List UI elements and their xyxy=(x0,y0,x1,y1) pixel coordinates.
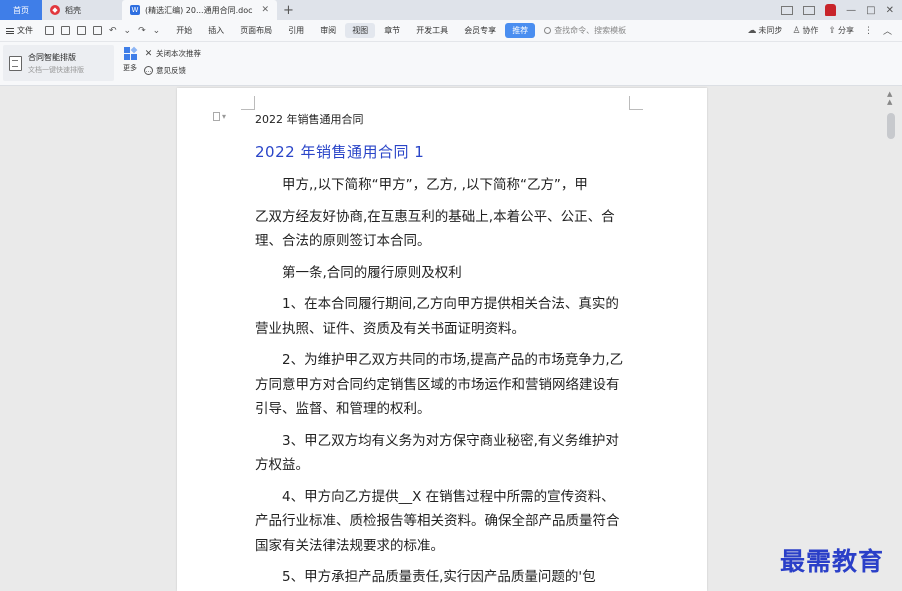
window-controls: — □ ✕ xyxy=(781,4,902,16)
sync-button[interactable]: ☁ 未同步 xyxy=(747,25,782,36)
navigation-icon[interactable]: ▾ xyxy=(213,112,226,121)
export-icon[interactable] xyxy=(61,26,70,35)
document-icon xyxy=(9,55,22,71)
scrollbar-thumb[interactable] xyxy=(887,113,895,139)
undo-dropdown-icon[interactable]: ⌄ xyxy=(124,26,132,36)
paragraph: 5、甲方承担产品质量责任,实行因产品质量问题的'包 xyxy=(282,569,596,585)
paragraph: 4、甲方向乙方提供__X 在销售过程中所需的宣传资料、产品行业标准、质检报告等相… xyxy=(255,488,620,554)
daoke-icon: ◆ xyxy=(50,5,60,15)
ribbon: 合同智能排版 文档一键快速排版 更多 xyxy=(0,42,902,86)
apps-icon xyxy=(123,46,137,60)
close-recommend-button[interactable]: ✕ 关闭本次推荐 xyxy=(144,48,201,59)
close-window-button[interactable]: ✕ xyxy=(886,5,894,16)
smart-format-subtitle: 文档一键快速排版 xyxy=(28,65,84,74)
more-label: 更多 xyxy=(123,64,137,72)
new-tab-button[interactable]: + xyxy=(277,3,300,18)
smart-format-text: 合同智能排版 文档一键快速排版 xyxy=(28,52,84,75)
restore-button[interactable]: □ xyxy=(866,5,875,16)
tab-home[interactable]: 首页 xyxy=(0,0,42,20)
tab-document[interactable]: W (精选汇编) 20...通用合同.doc ✕ xyxy=(122,0,277,20)
layout-icon[interactable] xyxy=(781,5,794,15)
page-header: 2022 年销售通用合同 xyxy=(255,113,364,126)
smart-format-title: 合同智能排版 xyxy=(28,52,76,62)
menu-recommend[interactable]: 推荐 xyxy=(505,23,536,38)
sync-label: 未同步 xyxy=(758,26,783,35)
menu-insert[interactable]: 插入 xyxy=(201,23,231,38)
word-doc-icon: W xyxy=(130,5,140,15)
more-dropdown-icon[interactable]: ⌄ xyxy=(153,26,161,36)
collab-button[interactable]: ♙ 协作 xyxy=(792,25,818,36)
more-button[interactable]: 更多 xyxy=(120,46,140,73)
menubar-right: ☁ 未同步 ♙ 协作 ⇪ 分享 ⋮ ︿ xyxy=(747,24,902,38)
paragraph: 1、在本合同履行期间,乙方向甲方提供相关合法、真实的营业执照、证件、资质及有关书… xyxy=(255,296,619,337)
tab-bar: 首页 ◆ 稻壳 W (精选汇编) 20...通用合同.doc ✕ + — □ ✕ xyxy=(0,0,902,20)
paragraph: 乙双方经友好协商,在互惠互利的基础上,本着公平、公正、合理、合法的原则签订本合同… xyxy=(255,208,615,250)
margin-mark-top-left xyxy=(241,96,255,110)
search-icon xyxy=(544,27,552,34)
document-body[interactable]: 甲方,,以下简称“甲方”，乙方, ,以下简称“乙方”，甲 乙双方经友好协商,在互… xyxy=(255,173,627,591)
save-icon[interactable] xyxy=(45,26,54,35)
document-title: 2022 年销售通用合同 1 xyxy=(255,143,425,161)
menu-section[interactable]: 章节 xyxy=(377,23,407,38)
tab-daoke-label: 稻壳 xyxy=(65,5,81,15)
paragraph: 3、甲乙双方均有义务为对方保守商业秘密,有义务维护对方权益。 xyxy=(255,432,619,474)
menu-view[interactable]: 视图 xyxy=(345,23,376,38)
more-options-icon[interactable]: ⋮ xyxy=(864,26,873,36)
preview-icon[interactable] xyxy=(93,26,102,35)
file-menu-label: 文件 xyxy=(17,26,33,35)
watermark-logo: 最需教育 xyxy=(780,547,885,576)
menu-reference[interactable]: 引用 xyxy=(281,23,311,38)
user-icon: ♙ xyxy=(792,25,801,36)
smart-format-button[interactable]: 合同智能排版 文档一键快速排版 xyxy=(3,45,114,81)
grid-view-icon[interactable] xyxy=(803,5,816,15)
menu-page-layout[interactable]: 页面布局 xyxy=(233,23,279,38)
feedback-icon: … xyxy=(144,66,153,75)
search-placeholder: 查找命令、搜索模板 xyxy=(554,26,627,35)
paragraph: 第一条,合同的履行原则及权利 xyxy=(282,264,462,281)
minimize-button[interactable]: — xyxy=(846,5,856,16)
scroll-up-icon[interactable]: ▲ xyxy=(887,98,892,106)
scroll-top-icon[interactable]: ▲ xyxy=(887,90,892,98)
tab-document-label: (精选汇编) 20...通用合同.doc xyxy=(145,5,253,15)
close-icon: ✕ xyxy=(144,48,153,59)
redo-icon[interactable]: ↷ xyxy=(138,26,146,36)
document-page[interactable]: ▾ 2022 年销售通用合同 2022 年销售通用合同 1 甲方,,以下简称“甲… xyxy=(177,88,707,591)
avatar[interactable] xyxy=(825,4,837,16)
menu-review[interactable]: 审阅 xyxy=(313,23,343,38)
menu-bar: 文件 ↶ ⌄ ↷ ⌄ 开始 插入 页面布局 引用 审阅 视图 章节 开发工具 会… xyxy=(0,20,902,42)
tab-daoke[interactable]: ◆ 稻壳 xyxy=(42,0,122,20)
print-icon[interactable] xyxy=(77,26,86,35)
vertical-scrollbar[interactable]: ▲ ▲ xyxy=(885,88,898,591)
share-button[interactable]: ⇪ 分享 xyxy=(828,25,854,36)
close-recommend-label: 关闭本次推荐 xyxy=(156,49,201,58)
menu-developer[interactable]: 开发工具 xyxy=(409,23,455,38)
margin-mark-top-right xyxy=(629,96,643,110)
tab-close-icon[interactable]: ✕ xyxy=(261,5,269,15)
paragraph: 甲方,,以下简称“甲方”，乙方, ,以下简称“乙方”，甲 xyxy=(282,177,588,193)
collab-label: 协作 xyxy=(802,26,819,35)
menu-member[interactable]: 会员专享 xyxy=(457,23,503,38)
paragraph: 2、为维护甲乙双方共同的市场,提高产品的市场竞争力,乙方同意甲方对合同约定销售区… xyxy=(255,352,624,417)
undo-icon[interactable]: ↶ xyxy=(109,26,117,36)
command-search[interactable]: 查找命令、搜索模板 xyxy=(536,25,626,36)
file-menu[interactable]: 文件 xyxy=(0,25,39,36)
share-icon: ⇪ xyxy=(828,25,836,36)
share-label: 分享 xyxy=(837,26,854,35)
menu-start[interactable]: 开始 xyxy=(169,23,199,38)
collapse-ribbon-icon[interactable]: ︿ xyxy=(883,24,892,37)
hamburger-icon xyxy=(6,27,14,34)
feedback-button[interactable]: … 意见反馈 xyxy=(144,65,186,76)
feedback-label: 意见反馈 xyxy=(156,66,186,75)
cloud-icon: ☁ xyxy=(747,25,757,36)
quick-access-toolbar: ↶ ⌄ ↷ ⌄ xyxy=(39,26,168,36)
